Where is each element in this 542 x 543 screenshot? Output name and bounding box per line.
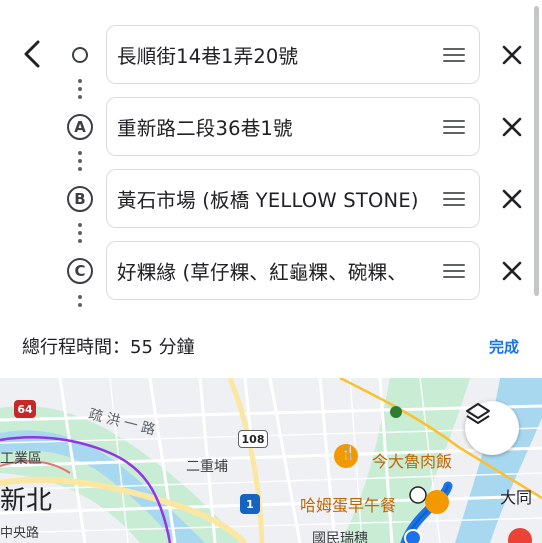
stop-c-field[interactable]: 好粿緣 (草仔粿、紅龜粿、碗粿、 (106, 241, 480, 300)
close-icon (502, 45, 522, 65)
back-button[interactable] (14, 34, 50, 74)
stop-b-marker-icon: B (66, 185, 94, 213)
map-canvas (0, 378, 542, 543)
stop-c-text: 好粿緣 (草仔粿、紅龜粿、碗粿、 (117, 261, 408, 284)
close-icon (502, 189, 522, 209)
map-view[interactable]: 64 108 1 疏洪一路 二重埔 工業區 新北 中央路 今大魯肉飯 哈姆蛋早午… (0, 378, 542, 543)
remove-stop-b-button[interactable] (496, 183, 528, 215)
road-shield-108: 108 (238, 430, 268, 448)
route-connector-dots (77, 151, 83, 171)
label-datong: 大同 (500, 488, 533, 507)
remove-stop-c-button[interactable] (496, 255, 528, 287)
route-connector-dots (77, 223, 83, 243)
road-shield-1: 1 (240, 494, 260, 514)
origin-marker-icon (66, 41, 94, 69)
remove-stop-origin-button[interactable] (496, 39, 528, 71)
total-trip-time: 總行程時間：55 分鐘 (22, 337, 195, 358)
label-new-taipei: 新北 (0, 486, 53, 516)
road-shield-64: 64 (14, 400, 36, 418)
stop-origin-text: 長順街14巷1弄20號 (117, 45, 299, 68)
directions-panel: 長順街14巷1弄20號 A 重新路二段36巷1號 B 黃石市場 (板橋 YELL… (0, 0, 542, 378)
close-icon (502, 117, 522, 137)
stop-origin-field[interactable]: 長順街14巷1弄20號 (106, 25, 480, 84)
stop-b-text: 黃石市場 (板橋 YELLOW STONE) (117, 189, 419, 212)
stop-b-field[interactable]: 黃石市場 (板橋 YELLOW STONE) (106, 169, 480, 228)
route-connector-dots (77, 79, 83, 99)
chevron-left-icon (24, 40, 40, 68)
scrollbar[interactable] (534, 6, 539, 296)
route-connector-dots (77, 295, 83, 307)
done-button[interactable]: 完成 (489, 336, 519, 357)
stop-a-text: 重新路二段36巷1號 (117, 117, 293, 140)
remove-stop-a-button[interactable] (496, 111, 528, 143)
drag-handle-icon[interactable] (443, 119, 465, 134)
close-icon (502, 261, 522, 281)
label-sanchong-pu: 二重埔 (186, 459, 228, 475)
map-layers-button[interactable] (465, 401, 519, 455)
fork-knife-icon[interactable]: 🍴 (340, 446, 356, 461)
label-zhong-road: 中央路 (0, 526, 40, 541)
stop-c-marker-icon: C (66, 257, 94, 285)
drag-handle-icon[interactable] (443, 263, 465, 278)
layers-icon (466, 403, 490, 424)
label-industrial-zone: 工業區 (0, 451, 42, 467)
drag-handle-icon[interactable] (443, 191, 465, 206)
drag-handle-icon[interactable] (443, 47, 465, 62)
stop-a-field[interactable]: 重新路二段36巷1號 (106, 97, 480, 156)
label-hamu-restaurant: 哈姆蛋早午餐 (300, 496, 397, 515)
stop-a-marker-icon: A (66, 113, 94, 141)
label-national: 國民瑞穗 (312, 531, 368, 543)
label-jinda-restaurant: 今大魯肉飯 (372, 452, 453, 471)
